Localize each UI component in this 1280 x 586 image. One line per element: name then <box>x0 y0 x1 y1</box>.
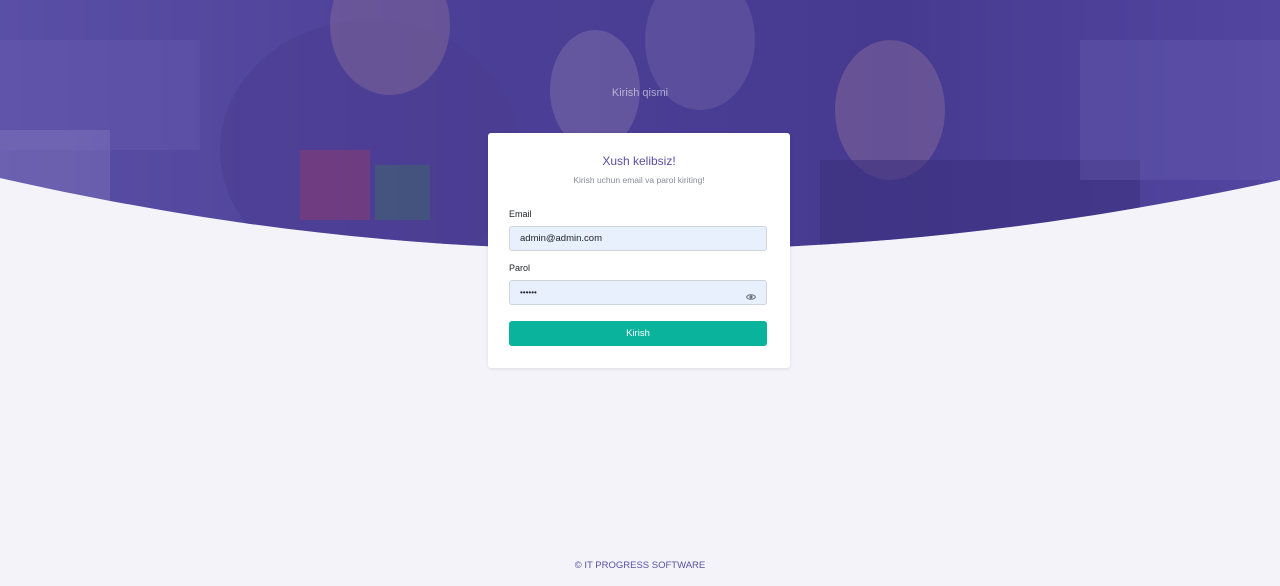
page-heading: Kirish qismi <box>611 87 669 99</box>
password-label: Parol <box>509 263 531 273</box>
login-page: Kirish qismi Xush kelibsiz! Kirish uchun… <box>0 0 1280 586</box>
footer-copyright: © IT PROGRESS SOFTWARE <box>574 560 706 571</box>
login-button[interactable]: Kirish <box>509 321 767 346</box>
password-value: •••••• <box>520 288 537 297</box>
card-subtitle: Kirish uchun email va parol kiriting! <box>573 175 705 185</box>
password-field[interactable]: •••••• <box>509 280 767 305</box>
card-title: Xush kelibsiz! <box>602 154 676 168</box>
eye-icon[interactable] <box>745 288 757 300</box>
login-card: Xush kelibsiz! Kirish uchun email va par… <box>488 133 790 368</box>
email-label: Email <box>509 209 532 219</box>
email-field[interactable]: admin@admin.com <box>509 226 767 251</box>
